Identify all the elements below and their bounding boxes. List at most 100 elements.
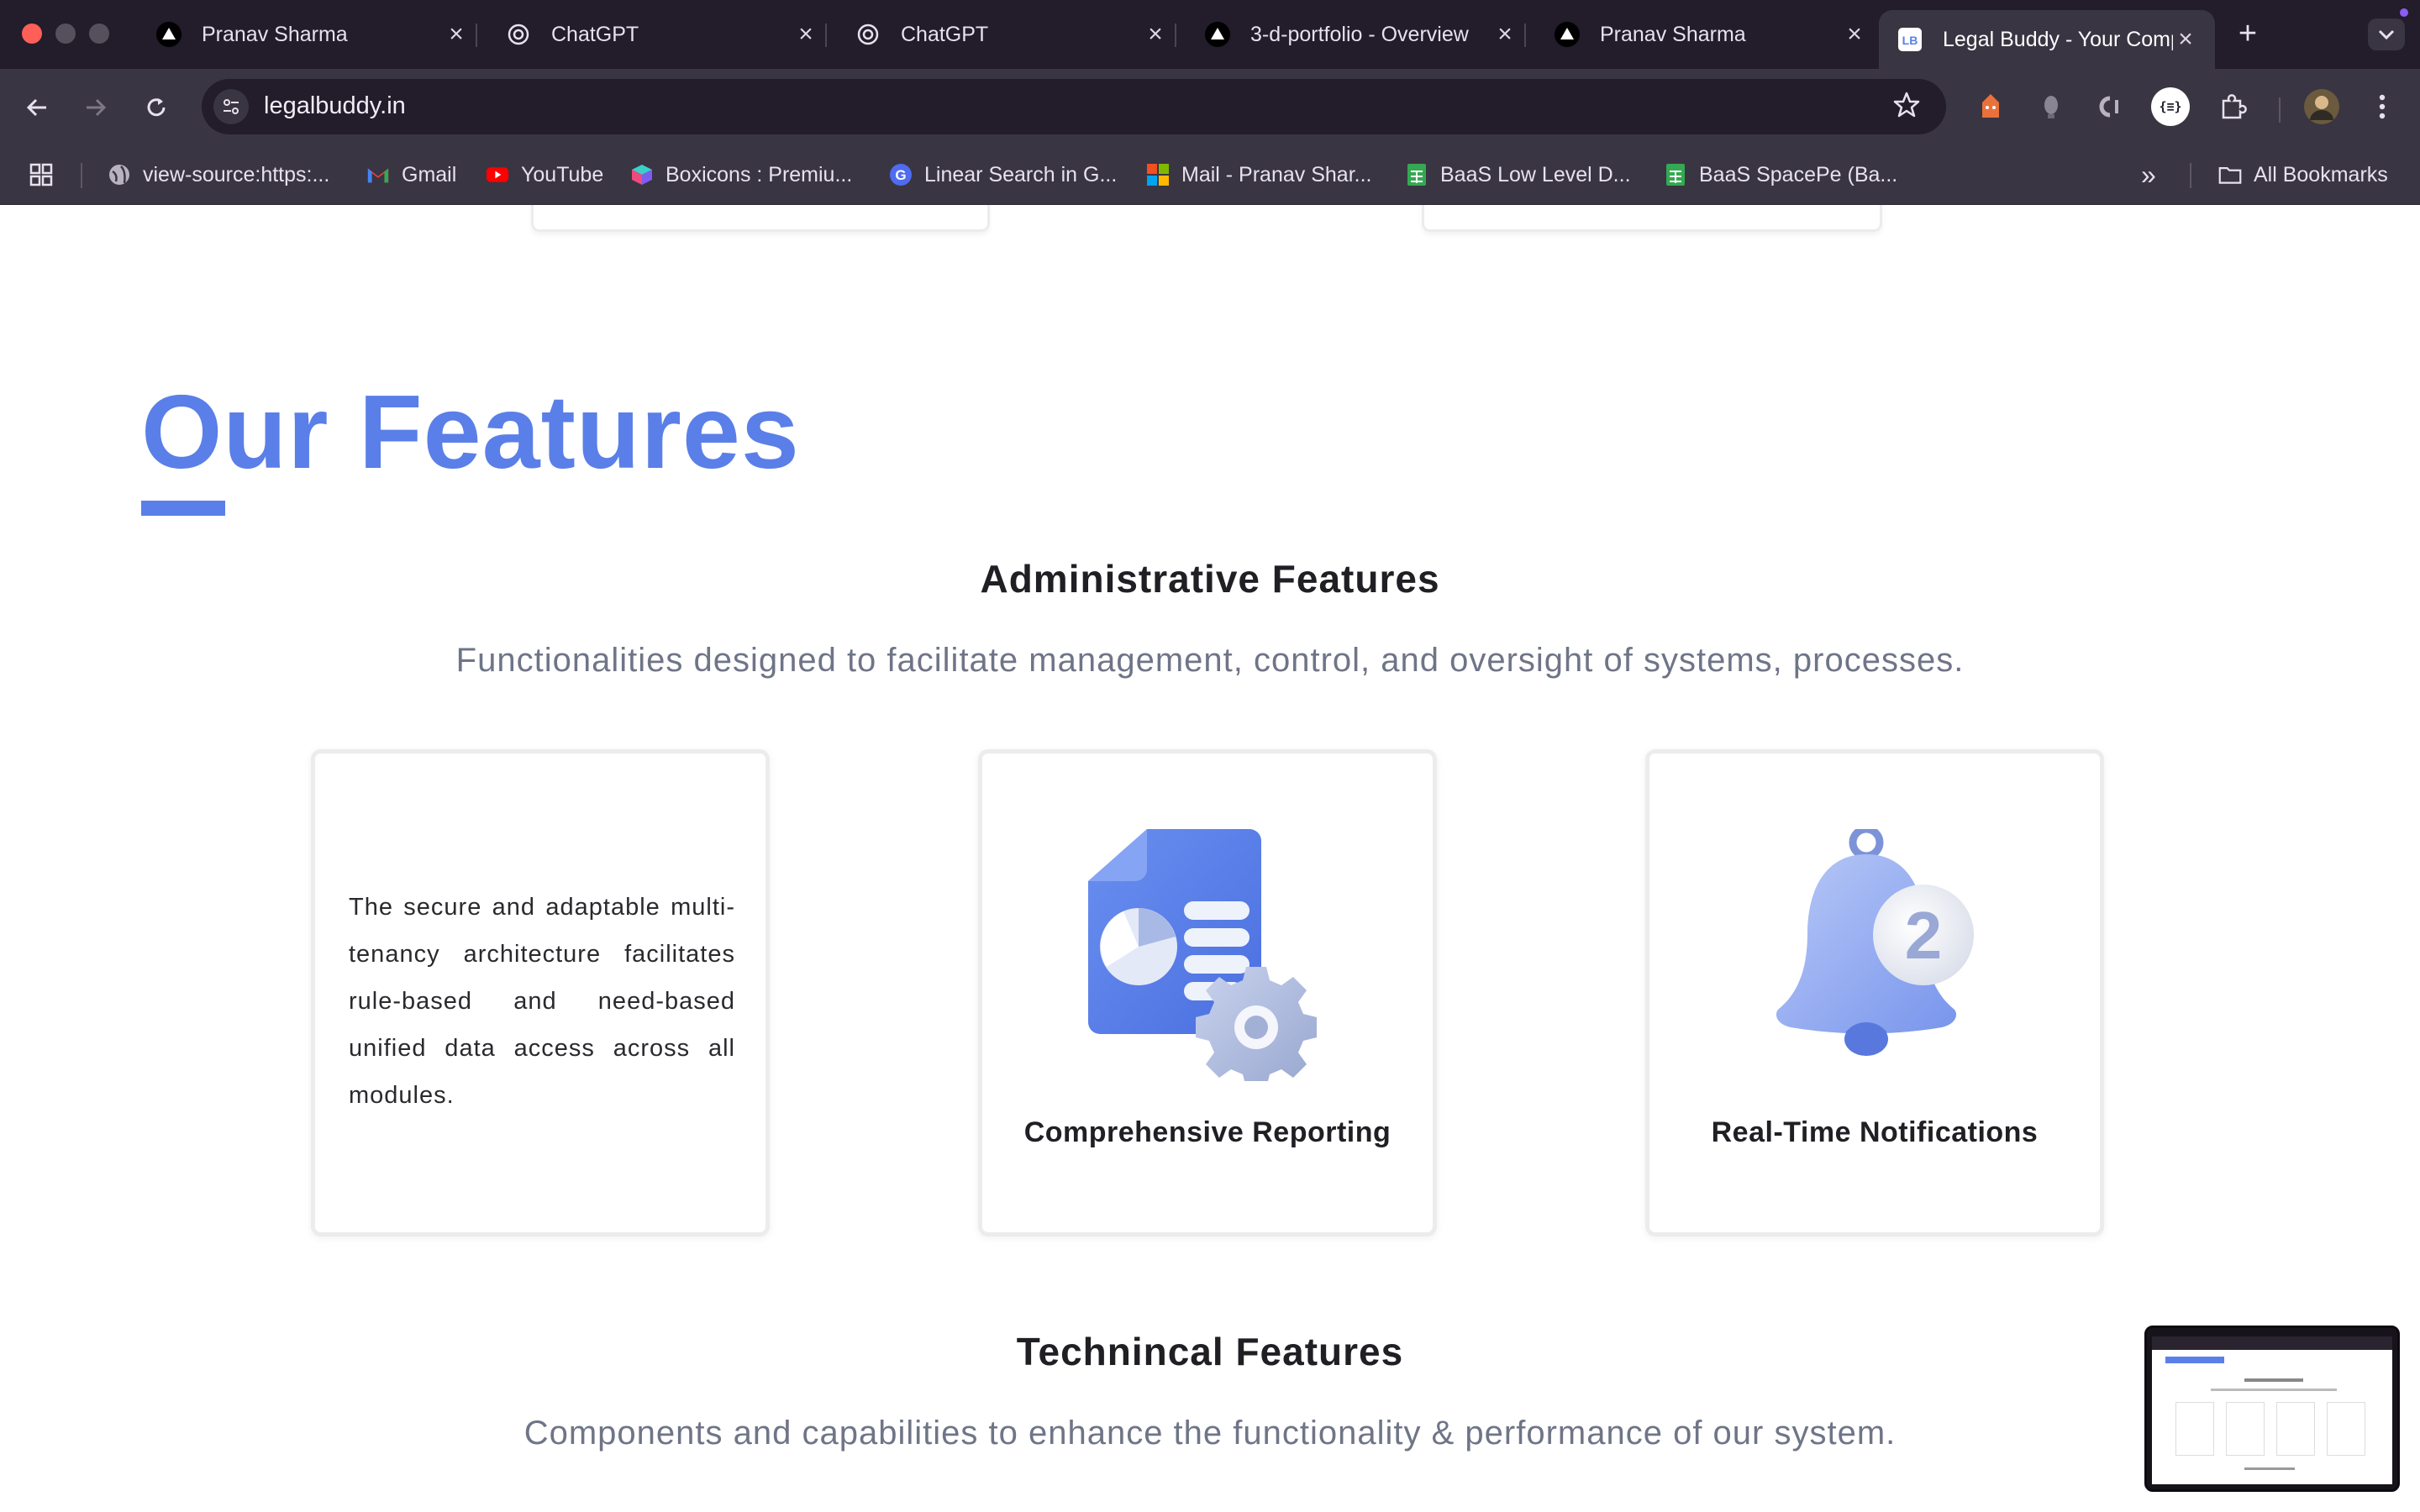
technical-features-subheading: Components and capabilities to enhance t… (523, 1415, 1897, 1452)
screenshot-preview-thumbnail[interactable] (2144, 1326, 2400, 1492)
tab-bar: Pranav Sharma × ChatGPT × ChatGPT × 3-d-… (0, 0, 2420, 69)
profile-avatar[interactable] (2302, 87, 2341, 126)
url-text: legalbuddy.in (264, 92, 406, 119)
new-tab-button[interactable]: + (2231, 13, 2265, 54)
tab-chatgpt-2[interactable]: ChatGPT × (837, 10, 1185, 59)
window-minimize-button[interactable] (55, 24, 76, 44)
extension-fox-icon[interactable] (1971, 87, 2010, 126)
tab-pranav-sharma-2[interactable]: Pranav Sharma × (1536, 10, 1884, 59)
chatgpt-icon (855, 22, 881, 47)
tab-close-icon[interactable]: × (1492, 20, 1518, 49)
bookmarks-overflow-button[interactable]: » (2141, 160, 2156, 190)
extensions-puzzle-icon[interactable] (2213, 87, 2252, 126)
bookmark-label: BaaS SpacePe (Ba... (1699, 162, 1898, 186)
apps-grid-icon (29, 163, 53, 186)
tab-close-icon[interactable]: × (1143, 20, 1168, 49)
feature-card-multi-tenancy[interactable]: The secure and adaptable multi-tenancy a… (311, 749, 770, 1236)
tab-3d-portfolio[interactable]: 3-d-portfolio - Overview × (1186, 10, 1534, 59)
tab-close-icon[interactable]: × (1842, 20, 1867, 49)
extension-json-icon[interactable]: {≡} (2151, 87, 2190, 126)
svg-text:{≡}: {≡} (2159, 99, 2181, 114)
card-description: The secure and adaptable multi-tenancy a… (349, 894, 735, 1109)
card-title: Comprehensive Reporting (1023, 1116, 1392, 1148)
bookmarks-separator (2190, 163, 2191, 188)
back-button[interactable] (18, 89, 55, 126)
tab-pranav-sharma-1[interactable]: Pranav Sharma × (138, 10, 486, 59)
admin-features-heading: Administrative Features (980, 557, 1440, 601)
bookmark-baas-spacepe[interactable]: BaaS SpacePe (Ba... (1664, 160, 1897, 190)
bookmark-label: YouTube (521, 162, 604, 186)
bookmark-label: Linear Search in G... (924, 162, 1118, 186)
tab-title: 3-d-portfolio - Overview (1250, 22, 1469, 46)
feature-card-reporting[interactable]: Comprehensive Reporting (978, 749, 1437, 1236)
bookmark-label: Mail - Pranav Shar... (1181, 162, 1372, 186)
tab-chatgpt-1[interactable]: ChatGPT × (487, 10, 835, 59)
apps-grid-button[interactable] (29, 160, 54, 190)
card-title: Real-Time Notifications (1711, 1116, 2039, 1148)
title-underline (141, 501, 225, 516)
gmail-icon (366, 163, 390, 186)
bookmark-baas-low-level[interactable]: BaaS Low Level D... (1405, 160, 1631, 190)
bookmarks-bar: view-source:https:... Gmail YouTube Boxi… (0, 144, 2420, 205)
notification-bell-icon: 2 (1649, 829, 2100, 1081)
tab-separator (1175, 24, 1176, 47)
tab-title: Pranav Sharma (202, 22, 348, 46)
page-content: Our Features Administrative Features Fun… (0, 205, 2420, 1512)
bookmark-label: Boxicons : Premiu... (666, 162, 853, 186)
reload-icon (147, 98, 166, 117)
bookmark-gmail[interactable]: Gmail (366, 160, 456, 190)
youtube-icon (486, 163, 509, 186)
tab-search-button[interactable] (2368, 18, 2405, 50)
globe-icon (108, 163, 131, 186)
chatgpt-icon (506, 22, 531, 47)
bookmark-linear-search[interactable]: G Linear Search in G... (889, 160, 1117, 190)
folder-icon (2218, 163, 2242, 186)
reload-button[interactable] (138, 89, 175, 126)
browser-menu-icon[interactable] (2363, 87, 2402, 126)
bookmark-label: BaaS Low Level D... (1440, 162, 1631, 186)
svg-text:2: 2 (1905, 898, 1943, 973)
arrow-left-icon (26, 98, 46, 117)
chevron-down-icon (2378, 29, 2395, 40)
bookmark-youtube[interactable]: YouTube (486, 160, 603, 190)
boxicons-icon (630, 163, 654, 186)
google-icon: G (889, 163, 913, 186)
tab-legal-buddy[interactable]: LB Legal Buddy - Your Company × (1879, 10, 2215, 69)
bookmark-mail[interactable]: Mail - Pranav Shar... (1146, 160, 1371, 190)
window-close-button[interactable] (22, 24, 42, 44)
extension-c-icon[interactable] (2091, 87, 2129, 126)
legalbuddy-icon: LB (1897, 27, 1923, 52)
bookmark-boxicons[interactable]: Boxicons : Premiu... (630, 160, 852, 190)
window-maximize-button[interactable] (89, 24, 109, 44)
arrow-right-icon (87, 98, 107, 117)
svg-text:G: G (895, 167, 906, 183)
report-gear-icon (982, 829, 1433, 1081)
all-bookmarks-button[interactable]: All Bookmarks (2218, 160, 2388, 190)
tab-title: ChatGPT (551, 22, 639, 46)
thumbnail-content (2152, 1336, 2392, 1484)
tab-close-icon[interactable]: × (444, 20, 469, 49)
tab-title: Legal Buddy - Your Company (1943, 27, 2173, 51)
tab-title: Pranav Sharma (1600, 22, 1746, 46)
tab-close-icon[interactable]: × (793, 20, 818, 49)
previous-card-bottom (531, 205, 990, 232)
notification-dot (2400, 8, 2408, 17)
bookmark-label: view-source:https:... (143, 162, 330, 186)
bookmark-label: Gmail (402, 162, 457, 186)
microsoft-icon (1146, 163, 1170, 186)
extension-bulb-icon[interactable] (2032, 87, 2070, 126)
address-bar[interactable]: legalbuddy.in (202, 79, 1946, 134)
tab-separator (1524, 24, 1526, 47)
site-info-icon[interactable] (213, 89, 249, 124)
sheets-icon (1664, 163, 1687, 186)
triangle-icon (1205, 22, 1230, 47)
bookmark-view-source[interactable]: view-source:https:... (108, 160, 329, 190)
feature-card-notifications[interactable]: 2 Real-Time Notifications (1645, 749, 2104, 1236)
bookmark-star-icon[interactable] (1892, 91, 1921, 123)
tab-title: ChatGPT (901, 22, 989, 46)
bookmarks-separator (81, 163, 82, 188)
toolbar-separator (2279, 97, 2281, 123)
forward-button[interactable] (77, 89, 114, 126)
triangle-icon (1555, 22, 1580, 47)
tab-close-icon[interactable]: × (2173, 25, 2198, 54)
